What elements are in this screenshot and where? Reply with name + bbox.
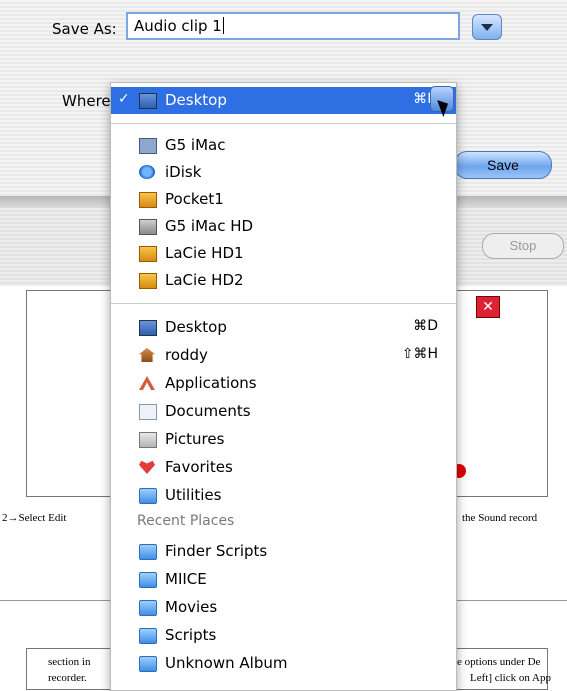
doc-text-line3-end: Left] click on App <box>470 672 551 684</box>
expand-dialog-button[interactable] <box>472 14 502 40</box>
folder-icon <box>139 544 157 560</box>
menu-item-label: Utilities <box>165 486 222 504</box>
stop-button[interactable]: Stop <box>482 233 564 259</box>
filename-input[interactable]: Audio clip 1 <box>126 12 460 40</box>
menu-item-label: Desktop <box>165 318 227 336</box>
menu-item-pictures[interactable]: Pictures <box>111 426 456 453</box>
close-icon[interactable]: ✕ <box>476 296 500 318</box>
checkmark-icon: ✓ <box>118 91 130 107</box>
menu-item-label: Applications <box>165 374 257 392</box>
menu-item-label: LaCie HD1 <box>165 244 244 262</box>
desktop-icon <box>139 320 157 336</box>
documents-icon <box>139 404 157 420</box>
menu-item-lacie-hd2[interactable]: LaCie HD2 <box>111 267 456 294</box>
drive-icon <box>139 192 157 208</box>
menu-item-label: Documents <box>165 402 251 420</box>
doc-text-line3-start: recorder. <box>48 672 87 684</box>
menu-item-label: G5 iMac <box>165 136 226 154</box>
menu-item-label: G5 iMac HD <box>165 217 254 235</box>
recent-places-header: Recent Places <box>137 513 235 529</box>
menu-item-applications[interactable]: Applications <box>111 370 456 397</box>
folder-icon <box>139 656 157 672</box>
idisk-icon <box>139 165 155 179</box>
save-as-label: Save As: <box>52 20 117 38</box>
drive-icon <box>139 246 157 262</box>
menu-item-desktop-selected[interactable]: ✓ Desktop ⌘D <box>111 87 456 114</box>
where-label: Where <box>62 92 111 110</box>
menu-item-label: Movies <box>165 598 218 616</box>
text-cursor <box>222 17 224 34</box>
menu-item-roddy[interactable]: roddy ⇧⌘H <box>111 342 456 369</box>
filename-value: Audio clip 1 <box>134 17 222 35</box>
folder-icon <box>139 572 157 588</box>
imac-icon <box>139 138 157 154</box>
menu-item-pocket1[interactable]: Pocket1 <box>111 186 456 213</box>
save-button[interactable]: Save <box>454 151 552 179</box>
menu-item-g5-imac-hd[interactable]: G5 iMac HD <box>111 213 456 240</box>
menu-separator <box>111 123 456 124</box>
pictures-icon <box>139 432 157 448</box>
hard-drive-icon <box>139 219 157 235</box>
menu-item-utilities[interactable]: Utilities <box>111 482 456 509</box>
menu-item-scripts[interactable]: Scripts <box>111 622 456 649</box>
doc-text-line2-end: e options under De <box>457 656 541 668</box>
folder-icon <box>139 488 157 504</box>
menu-item-label: Scripts <box>165 626 217 644</box>
menu-item-shortcut: ⇧⌘H <box>401 346 438 362</box>
menu-item-label: Pictures <box>165 430 225 448</box>
menu-item-miice[interactable]: MIICE <box>111 566 456 593</box>
menu-item-lacie-hd1[interactable]: LaCie HD1 <box>111 240 456 267</box>
menu-item-shortcut: ⌘D <box>413 318 438 334</box>
menu-item-idisk[interactable]: iDisk <box>111 159 456 186</box>
menu-item-label: iDisk <box>165 163 202 181</box>
where-popup-menu[interactable]: ✓ Desktop ⌘D G5 iMac iDisk Pocket1 G5 iM… <box>110 82 457 691</box>
menu-item-label: MIICE <box>165 570 207 588</box>
home-icon <box>139 348 155 362</box>
menu-item-documents[interactable]: Documents <box>111 398 456 425</box>
menu-item-label: Favorites <box>165 458 233 476</box>
drive-icon <box>139 273 157 289</box>
menu-item-favorites[interactable]: Favorites <box>111 454 456 481</box>
doc-text-line1-start: 2→Select Edit <box>2 512 67 524</box>
doc-text-line2-start: section in <box>48 656 91 668</box>
movies-icon <box>139 600 157 616</box>
menu-item-label: roddy <box>165 346 208 364</box>
menu-item-label: Unknown Album <box>165 654 288 672</box>
menu-item-g5-imac[interactable]: G5 iMac <box>111 132 456 159</box>
favorites-icon <box>139 460 155 474</box>
menu-item-finder-scripts[interactable]: Finder Scripts <box>111 538 456 565</box>
doc-text-line1-end: the Sound record <box>462 512 538 524</box>
menu-item-label: Finder Scripts <box>165 542 268 560</box>
menu-item-label: Desktop <box>165 91 227 109</box>
menu-item-label: Pocket1 <box>165 190 224 208</box>
folder-icon <box>139 628 157 644</box>
applications-icon <box>139 376 155 390</box>
chevron-down-icon <box>481 24 493 31</box>
menu-item-unknown-album[interactable]: Unknown Album <box>111 650 456 677</box>
menu-item-desktop[interactable]: Desktop ⌘D <box>111 314 456 341</box>
menu-separator <box>111 303 456 304</box>
menu-item-movies[interactable]: Movies <box>111 594 456 621</box>
menu-item-label: LaCie HD2 <box>165 271 244 289</box>
desktop-icon <box>139 93 157 109</box>
